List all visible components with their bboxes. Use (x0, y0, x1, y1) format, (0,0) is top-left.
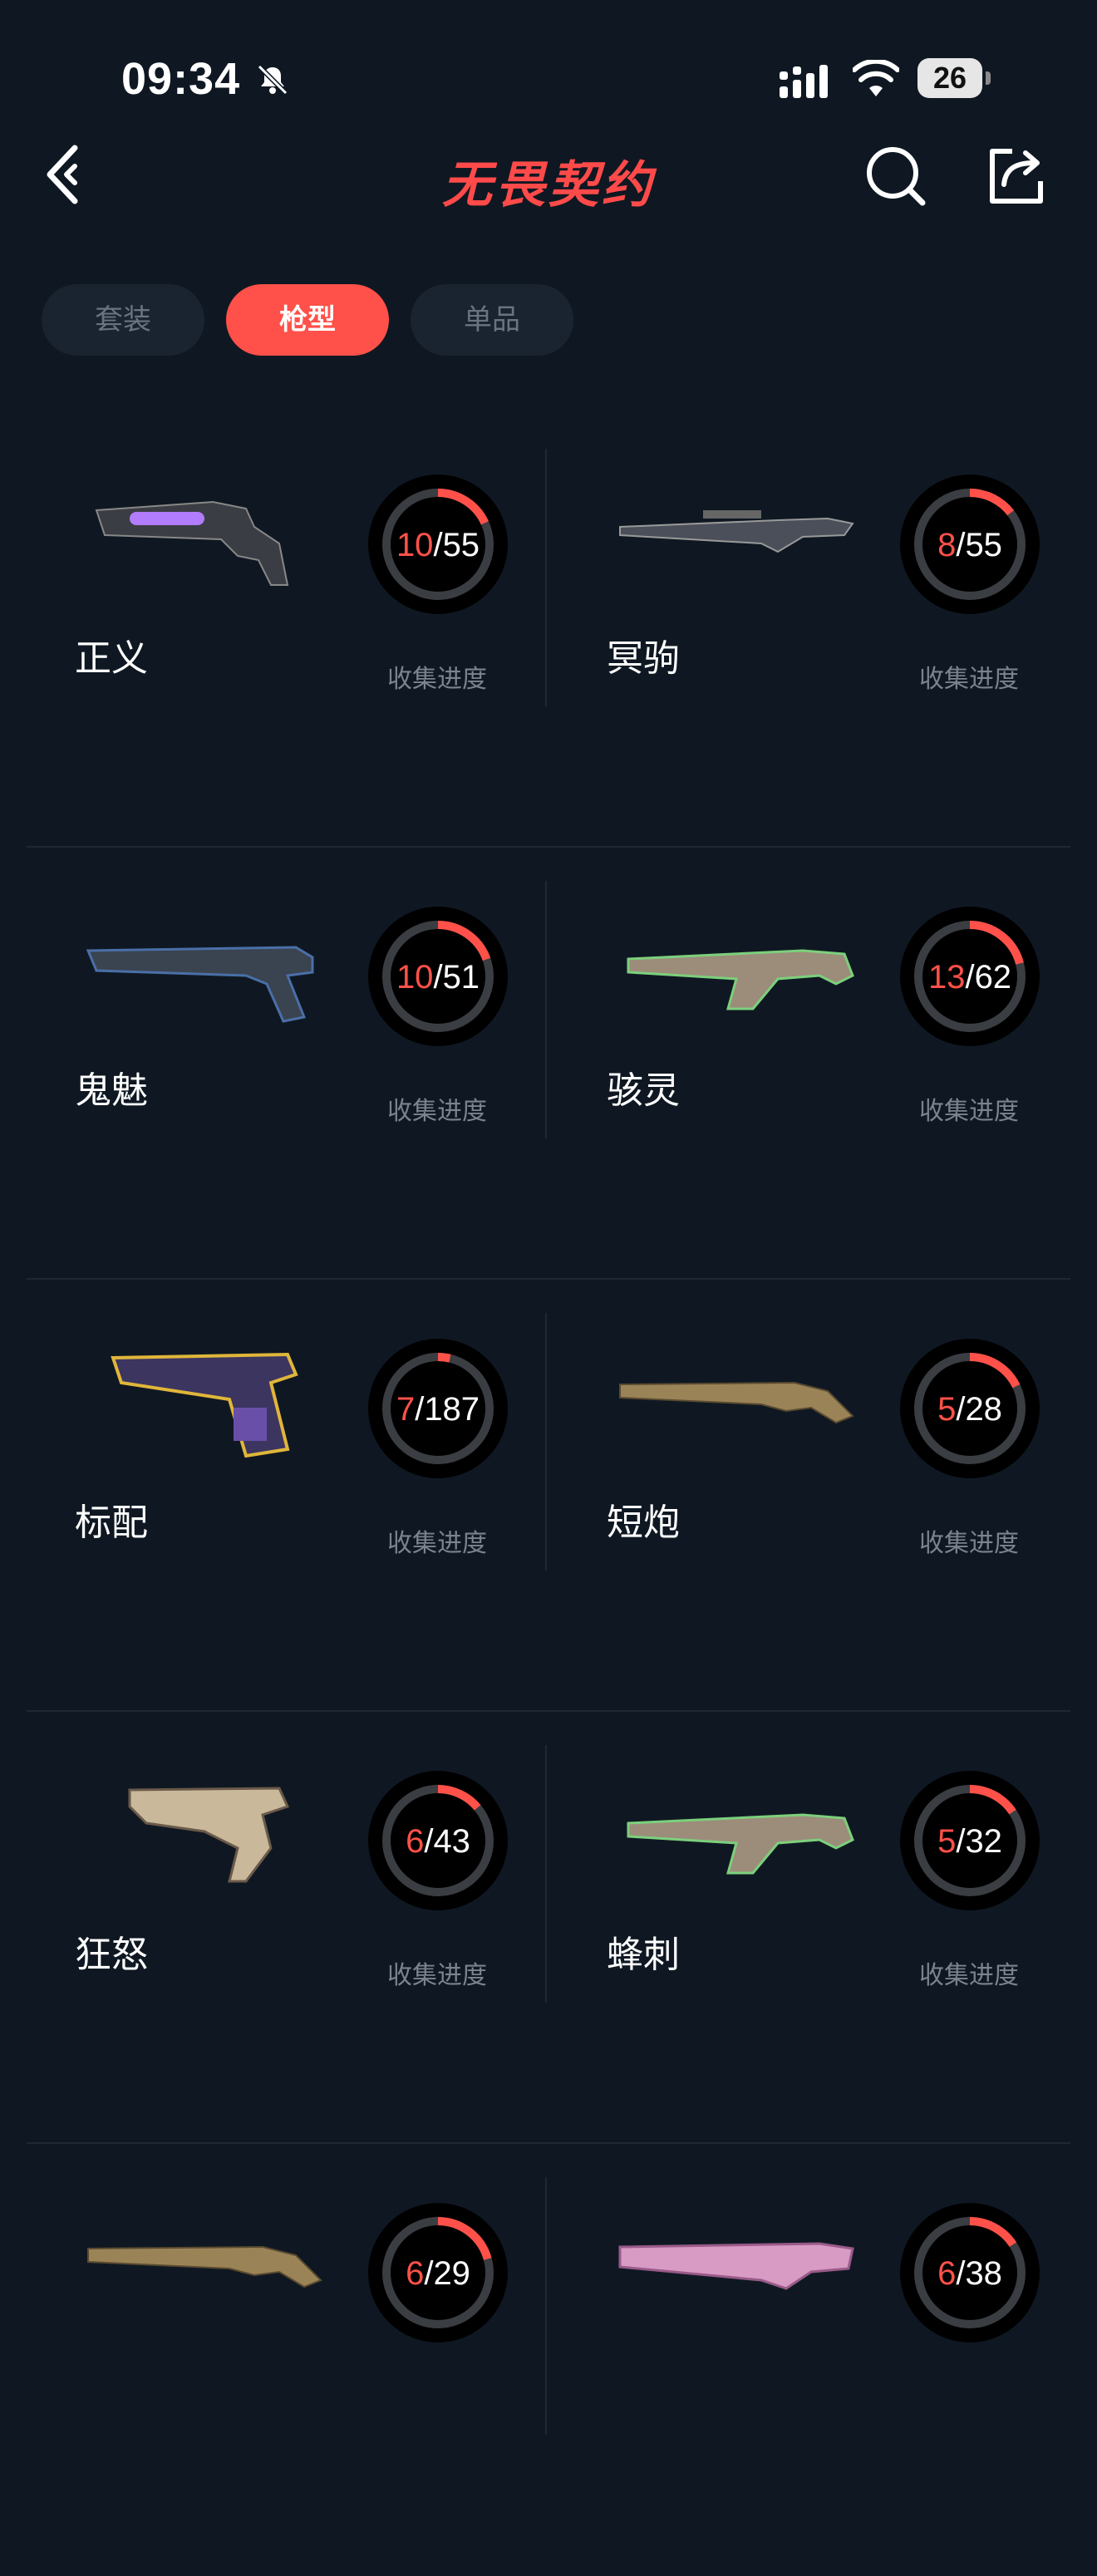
battery-level: 26 (917, 58, 982, 98)
mute-bell-icon (257, 64, 288, 96)
total-count: 51 (443, 959, 480, 995)
column-divider (545, 1313, 547, 1571)
status-time: 09:34 (121, 54, 241, 104)
total-count: 187 (424, 1391, 480, 1428)
svg-text:6/29: 6/29 (406, 2255, 470, 2292)
sidearm-icon (111, 1352, 298, 1458)
column-divider (545, 1745, 547, 2003)
progress-label: 收集进度 (919, 1961, 1019, 1990)
progress-ring: 5/28 (900, 1339, 1040, 1478)
column-divider (545, 449, 547, 706)
total-count: 32 (965, 1823, 1002, 1860)
weapon-card[interactable]: 6/43 狂怒收集进度 (27, 1712, 547, 2144)
collected-count: 6 (406, 2255, 424, 2292)
collected-count: 13 (928, 959, 966, 995)
weapon-name: 标配 (75, 1502, 148, 1544)
progress-label: 收集进度 (387, 1961, 487, 1990)
collected-count: 8 (937, 527, 956, 563)
progress-label: 收集进度 (387, 1097, 487, 1126)
weapon-card[interactable]: 7/187 标配收集进度 (27, 1280, 547, 1712)
total-count: 55 (443, 527, 480, 563)
weapon-card[interactable]: 13/62 骇灵收集进度 (558, 848, 1074, 1280)
app-header: 无畏契约 (0, 133, 1097, 216)
collected-count: 6 (406, 1823, 424, 1860)
weapon-card[interactable]: 5/32 蜂刺收集进度 (558, 1712, 1074, 2144)
weapon-card[interactable]: 10/51 鬼魅收集进度 (27, 848, 547, 1280)
progress-ring: 6/38 (900, 2203, 1040, 2342)
progress-ring: 8/55 (900, 474, 1040, 614)
column-divider (545, 881, 547, 1138)
progress-ring: 6/43 (368, 1771, 508, 1910)
svg-text:13/62: 13/62 (928, 959, 1011, 995)
shotgun-icon (619, 1381, 854, 1424)
collected-count: 6 (937, 2255, 956, 2292)
weapon-name: 狂怒 (75, 1934, 148, 1976)
svg-text:10/51: 10/51 (396, 959, 480, 995)
weapon-card[interactable]: 8/55 冥驹收集进度 (558, 415, 1074, 848)
total-count: 43 (433, 1823, 470, 1860)
share-icon[interactable] (986, 145, 1047, 206)
sniper-rifle-icon (619, 510, 854, 553)
progress-ring: 7/187 (368, 1339, 508, 1478)
wifi-icon (853, 60, 899, 96)
search-icon[interactable] (864, 145, 926, 206)
collected-count: 5 (937, 1823, 956, 1860)
column-divider (545, 2177, 547, 2435)
progress-ring: 6/29 (368, 2203, 508, 2342)
tab-bundles[interactable]: 套装 (42, 284, 204, 356)
weapon-card[interactable]: 6/29 (27, 2144, 547, 2576)
progress-ring: 10/55 (368, 474, 508, 614)
signal-icon (780, 65, 828, 98)
smg-icon (627, 949, 854, 1010)
weapon-name: 鬼魅 (75, 1069, 148, 1112)
progress-label: 收集进度 (387, 665, 487, 694)
svg-text:7/187: 7/187 (396, 1391, 480, 1428)
collected-count: 10 (396, 959, 434, 995)
collected-count: 7 (396, 1391, 415, 1428)
weapon-name: 短炮 (607, 1502, 680, 1544)
smg-icon (627, 1813, 854, 1875)
svg-text:6/38: 6/38 (937, 2255, 1002, 2292)
revolver-icon (95, 500, 289, 586)
progress-label: 收集进度 (387, 1529, 487, 1558)
status-bar: 09:34 26 (0, 0, 1097, 133)
total-count: 38 (965, 2255, 1002, 2292)
svg-text:6/43: 6/43 (406, 1823, 470, 1860)
collected-count: 5 (937, 1391, 956, 1428)
weapon-card[interactable]: 10/55 正义收集进度 (27, 415, 547, 848)
weapon-name: 蜂刺 (607, 1934, 680, 1976)
tab-single-items[interactable]: 单品 (411, 284, 573, 356)
progress-ring: 10/51 (368, 907, 508, 1046)
tab-weapon-types[interactable]: 枪型 (226, 284, 389, 356)
total-count: 55 (965, 527, 1002, 563)
progress-label: 收集进度 (919, 1097, 1019, 1126)
shotgun-icon (87, 2245, 322, 2288)
weapon-card[interactable]: 5/28 短炮收集进度 (558, 1280, 1074, 1712)
weapon-name: 冥驹 (607, 637, 680, 680)
progress-ring: 5/32 (900, 1771, 1040, 1910)
battery-icon: 26 (917, 58, 991, 101)
total-count: 62 (975, 959, 1012, 995)
weapon-name: 骇灵 (607, 1069, 680, 1112)
svg-text:5/32: 5/32 (937, 1823, 1002, 1860)
app-logo-title: 无畏契约 (442, 156, 655, 214)
rifle-icon (618, 2242, 854, 2290)
svg-text:8/55: 8/55 (937, 527, 1002, 563)
weapon-card[interactable]: 6/38 (558, 2144, 1074, 2576)
total-count: 29 (433, 2255, 470, 2292)
progress-label: 收集进度 (919, 1529, 1019, 1558)
svg-text:10/55: 10/55 (396, 527, 480, 563)
weapon-name: 正义 (75, 637, 148, 680)
total-count: 28 (965, 1391, 1002, 1428)
svg-text:5/28: 5/28 (937, 1391, 1002, 1428)
machine-pistol-icon (128, 1787, 290, 1883)
collected-count: 10 (396, 527, 434, 563)
progress-label: 收集进度 (919, 665, 1019, 694)
pistol-icon (86, 946, 314, 1023)
progress-ring: 13/62 (900, 907, 1040, 1046)
